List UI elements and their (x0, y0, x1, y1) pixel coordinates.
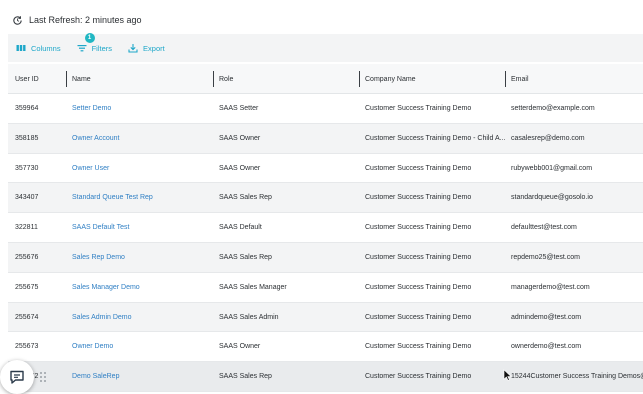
cell-user-id: 358185 (15, 134, 39, 142)
cell-company: Customer Success Training Demo (365, 343, 472, 351)
header-role[interactable]: Role (219, 64, 233, 94)
table-row[interactable]: 359964 Setter Demo SAAS Setter Customer Suc… (8, 94, 643, 124)
cell-name-link[interactable]: Owner Account (72, 124, 212, 153)
export-button[interactable]: Export (128, 43, 165, 53)
table-row[interactable]: 357730 Owner User SAAS Owner Customer Succe… (8, 154, 643, 184)
filters-button[interactable]: 1 Filters (77, 33, 113, 53)
column-resize-handle[interactable] (505, 71, 506, 87)
cell-role: SAAS Sales Rep (219, 194, 272, 202)
cell-user-id: 255674 (15, 313, 39, 321)
table-row[interactable]: 255672Demo SaleRepSAAS Sales RepCustomer… (8, 362, 643, 392)
cell-role: SAAS Setter (219, 105, 259, 112)
export-label: Export (143, 43, 165, 53)
cell-email: ownerdemo@test.com (511, 343, 582, 351)
cell-company: Customer Success Training Demo - Child A… (365, 134, 505, 142)
column-resize-handle[interactable] (213, 71, 214, 87)
last-refresh-label: Last Refresh: 2 minutes ago (29, 15, 142, 25)
cell-role: SAAS Sales Rep (219, 254, 272, 261)
export-icon (128, 44, 138, 53)
cell-user-id: 343407 (15, 194, 39, 202)
table-row[interactable]: 322811 SAAS Default Test SAAS Default Custo… (8, 213, 643, 243)
cell-email: standardqueue@gosolo.io (511, 194, 593, 202)
cell-role: SAAS Owner (219, 164, 261, 172)
cell-role: SAAS Default (219, 224, 262, 232)
drag-handle-icon[interactable] (40, 372, 46, 382)
cell-email: repdemo25@test.com (511, 254, 580, 261)
cell-email: admindemo@test.com (511, 313, 582, 321)
header-user-id[interactable]: User ID (15, 64, 39, 94)
cell-name-link[interactable]: Sales Admin Demo (72, 303, 212, 332)
table-row[interactable]: 255676 Sales Rep Demo SAAS Sales Rep Custom… (8, 243, 643, 273)
chat-launcher[interactable] (0, 360, 34, 394)
cell-email: defaulttest@test.com (511, 224, 577, 232)
cell-user-id: 359964 (15, 105, 39, 112)
table-row[interactable]: 255673 Owner Demo SAAS Owner Customer Succe… (8, 332, 643, 363)
cell-company: Customer Success Training Demo (365, 105, 472, 112)
cell-email: 15244Customer Success Training Demos@r..… (511, 373, 643, 381)
cell-role: SAAS Owner (219, 343, 261, 351)
cell-company: Customer Success Training Demo (365, 373, 472, 381)
cell-company: Customer Success Training Demo (365, 313, 472, 321)
cell-company: Customer Success Training Demo (365, 194, 472, 202)
column-resize-handle[interactable] (359, 71, 360, 87)
cell-name-link[interactable]: Sales Manager Demo (72, 273, 212, 302)
cell-name-link[interactable]: SAAS Default Test (72, 213, 212, 242)
users-page: Last Refresh: 2 minutes ago Columns 1 Fi… (0, 0, 643, 394)
cell-email: casalesrep@demo.com (511, 134, 585, 142)
cell-role: SAAS Sales Rep (219, 373, 272, 381)
cell-role: SAAS Sales Manager (219, 283, 287, 291)
cell-name-link[interactable]: Demo SaleRep (72, 362, 212, 391)
cell-name-link[interactable]: Owner Demo (72, 332, 212, 361)
filter-icon (77, 45, 87, 52)
cell-name-link[interactable]: Setter Demo (72, 94, 212, 123)
cell-email: rubywebb001@gmail.com (511, 164, 593, 172)
cell-company: Customer Success Training Demo (365, 283, 472, 291)
table-row[interactable]: 343407 Standard Queue Test Rep SAAS Sales … (8, 183, 643, 214)
refresh-icon[interactable] (12, 15, 23, 26)
header-name[interactable]: Name (72, 64, 91, 94)
mouse-cursor-icon (503, 369, 512, 381)
cell-company: Customer Success Training Demo (365, 164, 472, 172)
cell-user-id: 255675 (15, 283, 39, 291)
column-resize-handle[interactable] (66, 71, 67, 87)
header-company[interactable]: Company Name (365, 64, 416, 94)
cell-company: Customer Success Training Demo (365, 224, 472, 232)
cell-user-id: 255676 (15, 254, 39, 261)
header-email[interactable]: Email (511, 64, 529, 94)
cell-name-link[interactable]: Standard Queue Test Rep (72, 183, 212, 212)
filters-count-badge: 1 (84, 33, 95, 43)
users-table: User ID Name Role Company Name Email (8, 64, 643, 94)
cell-user-id: 255673 (15, 343, 39, 351)
table-row[interactable]: 358185 Owner Account SAAS Owner Customer Su… (8, 123, 643, 154)
cell-user-id: 322811 (15, 224, 38, 232)
cell-email: setterdemo@example.com (511, 105, 595, 112)
table-row[interactable]: 255674 Sales Admin Demo SAAS Sales Admin Cu… (8, 302, 643, 333)
filters-label: Filters (91, 43, 113, 53)
table-row[interactable]: 255675 Sales Manager Demo SAAS Sales Manag… (8, 273, 643, 303)
columns-icon (16, 45, 26, 51)
table-header: User ID Name Role Company Name Email (8, 64, 643, 94)
columns-button[interactable]: Columns (16, 43, 61, 53)
cell-name-link[interactable]: Sales Rep Demo (72, 243, 212, 272)
last-refresh: Last Refresh: 2 minutes ago (12, 12, 142, 28)
cell-user-id: 357730 (15, 164, 39, 172)
table-toolbar: Columns 1 Filters Export (8, 33, 643, 62)
columns-label: Columns (31, 43, 61, 53)
chat-bubble-icon (10, 370, 24, 384)
cell-company: Customer Success Training Demo (365, 254, 472, 261)
cell-email: managerdemo@test.com (511, 283, 590, 291)
cell-role: SAAS Owner (219, 134, 261, 142)
cell-name-link[interactable]: Owner User (72, 154, 212, 183)
cell-role: SAAS Sales Admin (219, 313, 279, 321)
